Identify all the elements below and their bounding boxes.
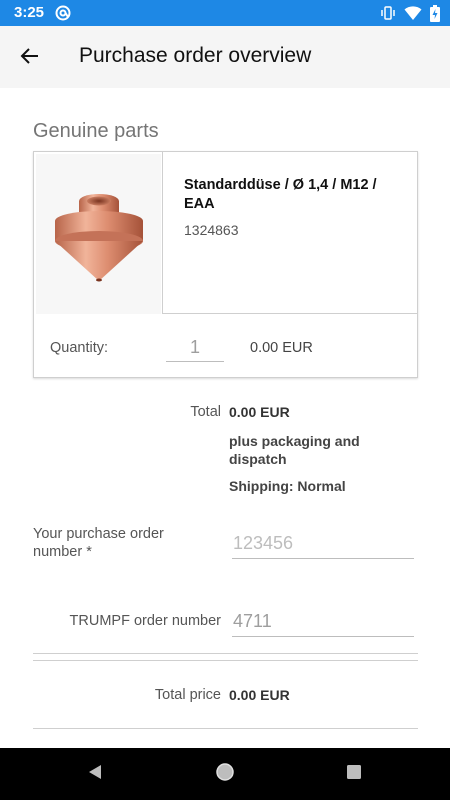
home-circle-icon	[215, 762, 235, 787]
app-bar: Purchase order overview	[0, 26, 450, 88]
part-card[interactable]: Standarddüse / Ø 1,4 / M12 / EAA 1324863…	[33, 151, 418, 378]
part-name: Standarddüse / Ø 1,4 / M12 / EAA	[184, 177, 377, 212]
at-sign-icon	[55, 5, 71, 21]
nav-recents-button[interactable]	[342, 762, 366, 786]
total-value: 0.00 EUR	[229, 404, 290, 420]
order-overview: Genuine parts Standarddüse / Ø 1,4 / M12…	[0, 88, 450, 748]
po-number-input[interactable]	[232, 529, 414, 559]
nav-home-button[interactable]	[213, 762, 237, 786]
total-label: Total	[190, 404, 221, 420]
back-triangle-icon	[86, 763, 104, 786]
part-number: 1324863	[184, 222, 239, 238]
divider	[33, 728, 418, 729]
trumpf-order-input[interactable]	[232, 607, 414, 637]
navigation-bar	[0, 748, 450, 800]
quantity-label: Quantity:	[50, 340, 109, 356]
battery-charging-icon	[430, 4, 440, 22]
vibrate-icon	[380, 5, 396, 21]
arrow-left-icon	[20, 46, 40, 71]
total-price-label: Total price	[154, 687, 221, 703]
shipping-note: plus packaging and dispatch	[229, 433, 360, 467]
copper-nozzle-image	[36, 154, 161, 314]
status-icons	[380, 4, 440, 22]
nav-back-button[interactable]	[83, 762, 107, 786]
section-title: Genuine parts	[33, 120, 159, 142]
divider	[33, 660, 418, 661]
trumpf-order-label: TRUMPF order number	[69, 613, 221, 629]
recents-square-icon	[346, 764, 362, 785]
line-price: 0.00 EUR	[250, 340, 313, 356]
wifi-icon	[404, 5, 422, 21]
total-price-value: 0.00 EUR	[229, 687, 290, 703]
quantity-input[interactable]	[166, 334, 224, 362]
status-time: 3:25	[14, 4, 45, 21]
part-info: Standarddüse / Ø 1,4 / M12 / EAA 1324863	[162, 152, 418, 314]
po-number-label: Your purchase order number *	[33, 526, 164, 560]
back-button[interactable]	[14, 42, 46, 74]
divider	[33, 653, 418, 654]
page-title: Purchase order overview	[79, 44, 312, 67]
shipping-method: Shipping: Normal	[229, 478, 346, 494]
status-bar: 3:25	[0, 0, 450, 26]
